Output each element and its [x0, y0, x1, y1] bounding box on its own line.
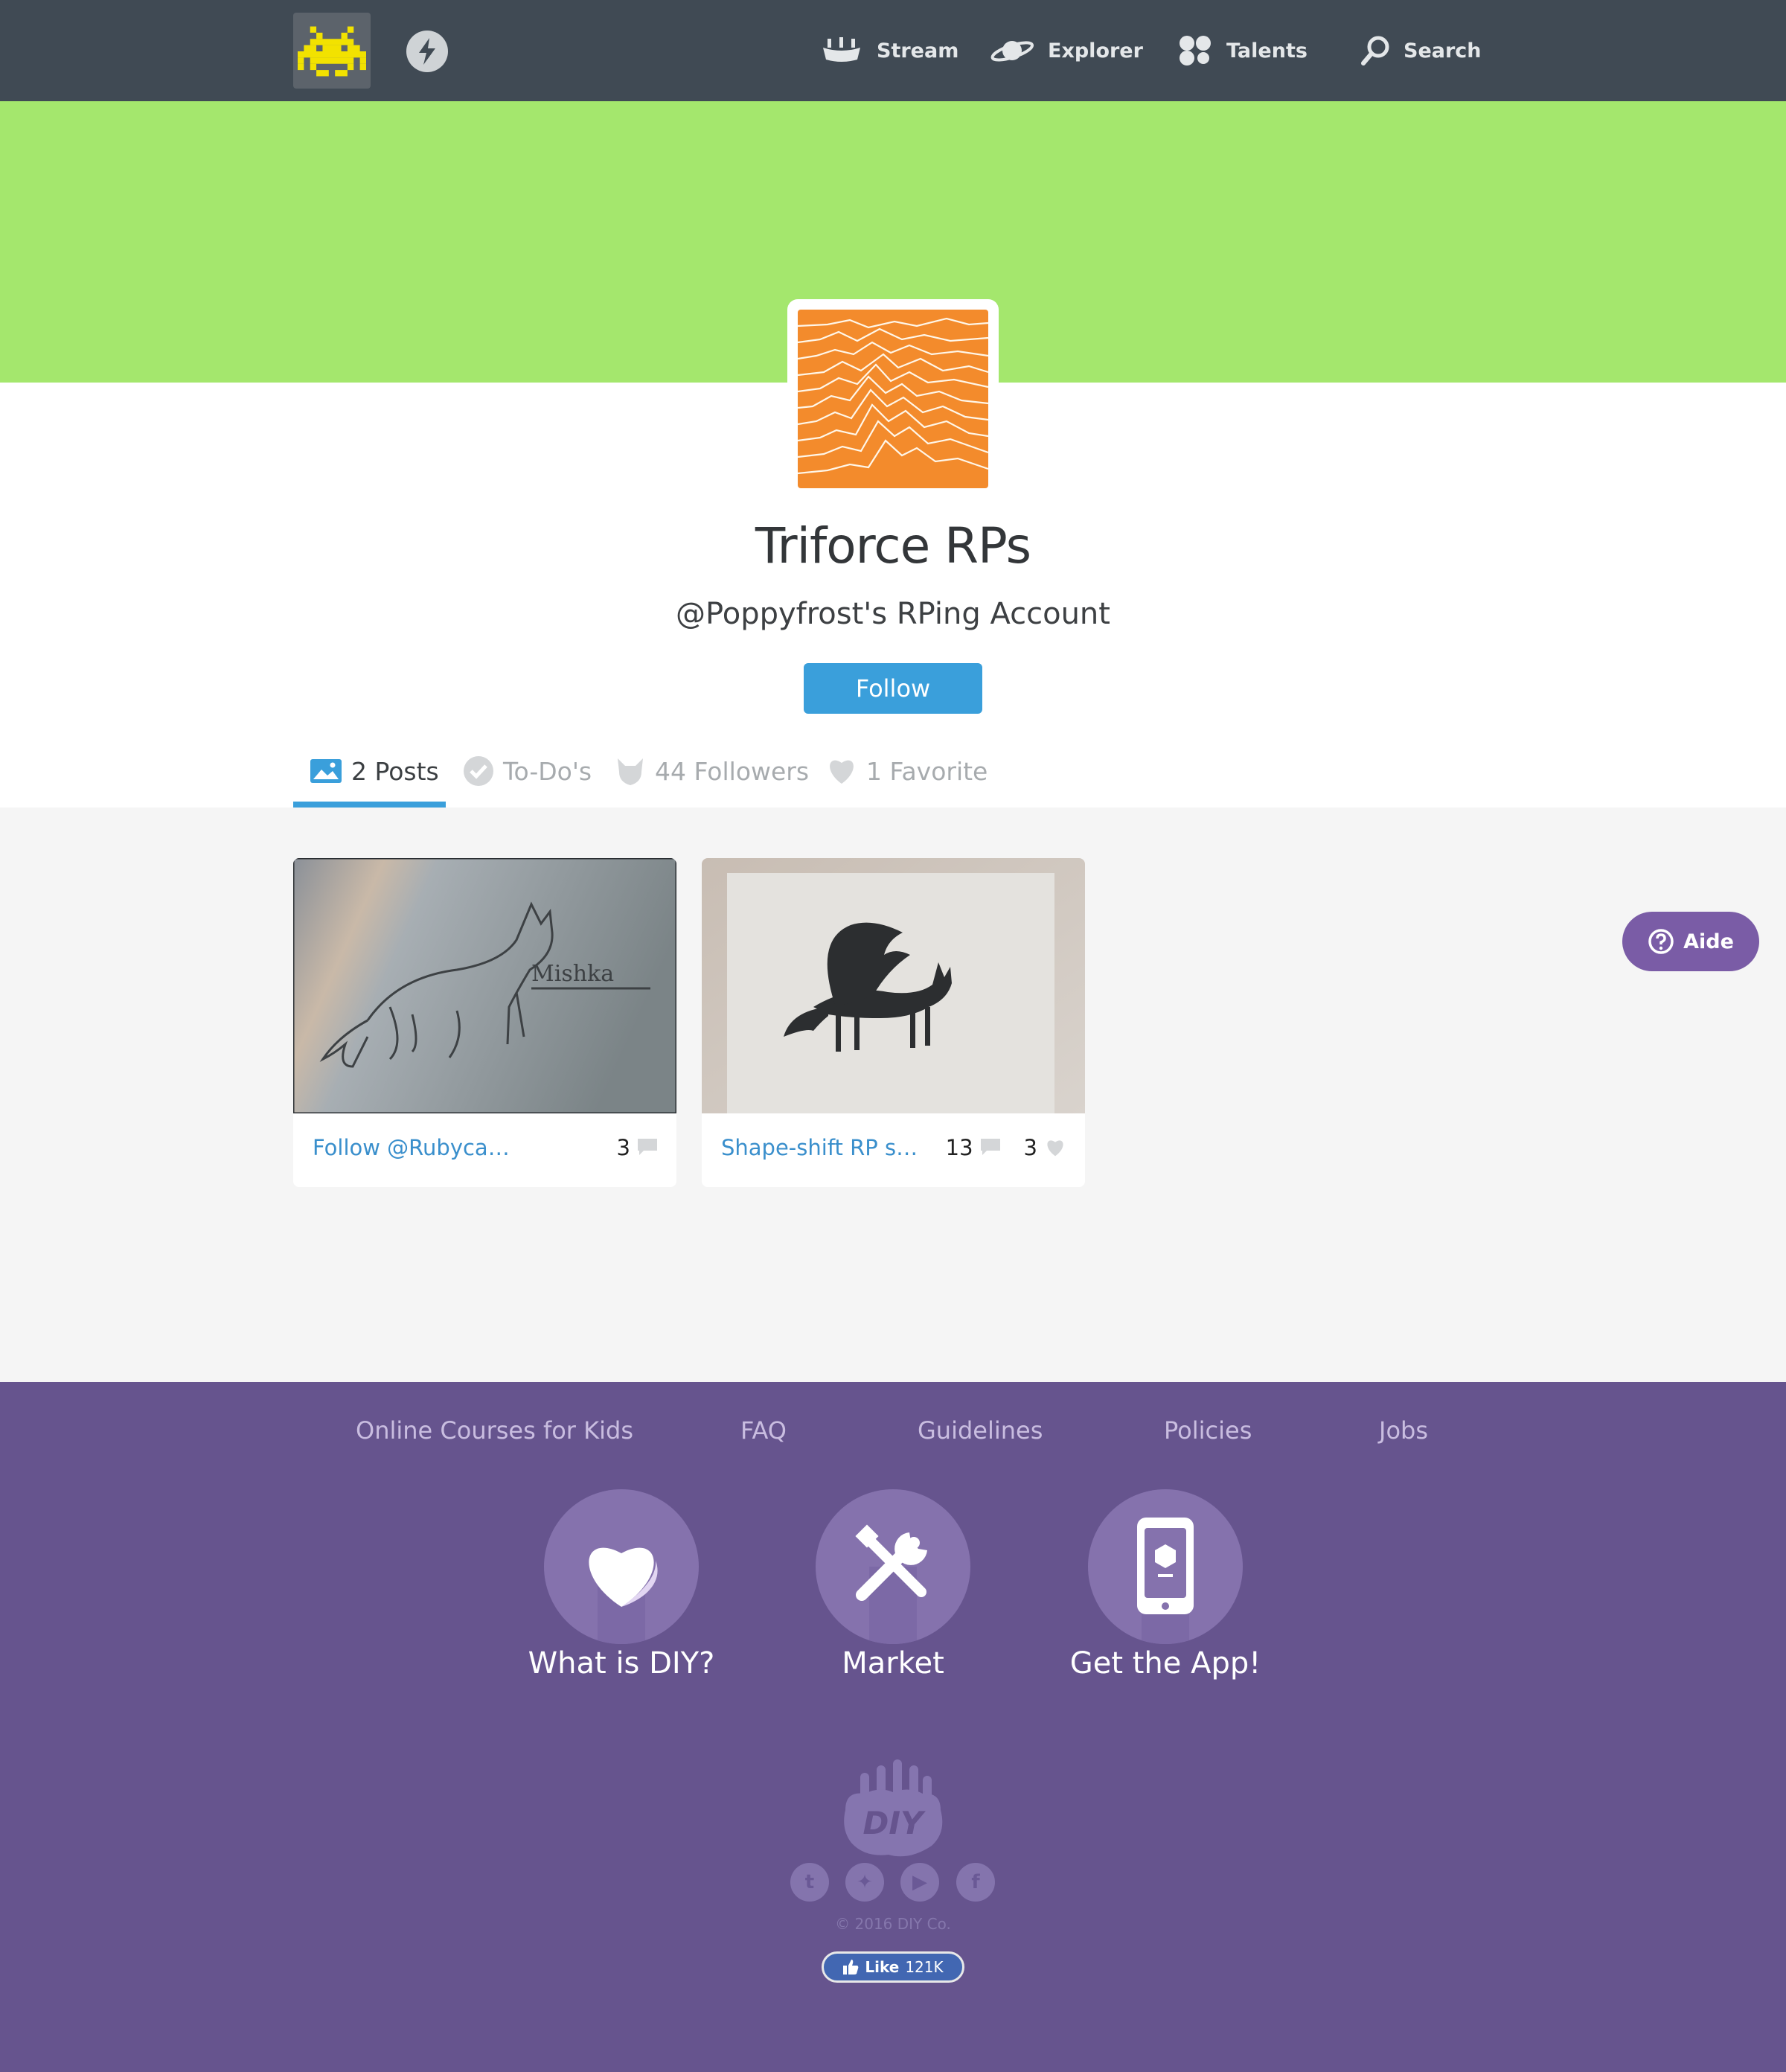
- tools-icon: [855, 1524, 927, 1601]
- heart-icon: [1047, 1140, 1063, 1157]
- post-title[interactable]: Follow @Rubyca…: [313, 1135, 513, 1160]
- comment-count: 3: [616, 1135, 630, 1160]
- comment-icon: [980, 1139, 1000, 1155]
- like-label: Like: [865, 1958, 900, 1976]
- space-invader-icon: [298, 26, 366, 77]
- tab-todos-label: To-Do's: [503, 756, 592, 786]
- diy-logo-text: DIY: [863, 1805, 926, 1841]
- footer-link-jobs[interactable]: Jobs: [1379, 1416, 1428, 1445]
- diy-paw-logo[interactable]: DIY: [835, 1756, 951, 1861]
- nav-talents[interactable]: Talents: [1177, 31, 1308, 70]
- tumblr-icon[interactable]: t: [790, 1863, 829, 1902]
- like-count: 3: [1023, 1135, 1037, 1160]
- heart-icon: [589, 1547, 658, 1607]
- tab-followers[interactable]: 44 Followers: [615, 748, 809, 794]
- tab-favorites-label: 1 Favorite: [866, 756, 988, 786]
- thumbs-up-icon: [843, 1960, 859, 1975]
- comment-icon: [638, 1139, 657, 1155]
- what-is-diy-badge[interactable]: [544, 1489, 699, 1644]
- profile-description: @Poppyfrost's RPing Account: [676, 597, 1110, 631]
- post-title[interactable]: Shape-shift RP s…: [721, 1135, 922, 1160]
- footer-link-online-courses[interactable]: Online Courses for Kids: [356, 1416, 633, 1445]
- phone-icon: [1137, 1518, 1194, 1614]
- top-navigation: Stream Explorer Talents Search: [0, 0, 1786, 101]
- nav-talents-label: Talents: [1226, 39, 1308, 63]
- help-icon: [1648, 929, 1674, 954]
- market-label[interactable]: Market: [781, 1646, 1005, 1681]
- mountain-lines-icon: [798, 317, 988, 475]
- get-the-app-label[interactable]: Get the App!: [1054, 1646, 1277, 1681]
- lightning-icon: [419, 38, 435, 65]
- planet-icon: [990, 41, 1034, 62]
- post-card[interactable]: Mishka Follow @Rubyca… 3: [293, 858, 676, 1187]
- sketch-caption: Mishka: [531, 961, 614, 987]
- activity-button[interactable]: [406, 31, 448, 72]
- post-thumbnail-wolf: Mishka: [293, 858, 676, 1113]
- like-count: 121K: [905, 1958, 944, 1976]
- check-icon: [464, 756, 493, 786]
- tab-favorites[interactable]: 1 Favorite: [826, 748, 988, 794]
- tab-followers-label: 44 Followers: [655, 756, 810, 786]
- profile-name: Triforce RPs: [755, 517, 1031, 575]
- post-card[interactable]: Shape-shift RP s… 13 3: [702, 858, 1085, 1187]
- get-the-app-badge[interactable]: [1088, 1489, 1243, 1644]
- market-badge[interactable]: [816, 1489, 970, 1644]
- footer-link-guidelines[interactable]: Guidelines: [918, 1416, 1043, 1445]
- tab-todos[interactable]: To-Do's: [463, 748, 592, 794]
- youtube-icon[interactable]: ▶: [900, 1863, 939, 1902]
- what-is-diy-label[interactable]: What is DIY?: [510, 1646, 733, 1681]
- footer-link-faq[interactable]: FAQ: [740, 1416, 787, 1445]
- facebook-like-button[interactable]: Like 121K: [822, 1951, 964, 1983]
- comment-count: 13: [945, 1135, 973, 1160]
- nav-explorer[interactable]: Explorer: [990, 31, 1143, 70]
- copyright: © 2016 DIY Co.: [835, 1915, 951, 1933]
- post-stats: 3: [617, 1135, 657, 1160]
- nav-search[interactable]: Search: [1360, 31, 1482, 70]
- followers-icon: [618, 758, 643, 785]
- post-stats: 13 3: [946, 1135, 1066, 1160]
- nav-stream-label: Stream: [877, 39, 959, 63]
- follow-button[interactable]: Follow: [804, 663, 982, 714]
- tab-posts-label: 2 Posts: [351, 756, 439, 786]
- profile-avatar-frame: [787, 299, 999, 493]
- nav-search-label: Search: [1403, 39, 1482, 63]
- footer-link-policies[interactable]: Policies: [1164, 1416, 1252, 1445]
- nav-explorer-label: Explorer: [1048, 39, 1143, 63]
- active-tab-indicator: [293, 802, 446, 808]
- boat-icon: [823, 37, 860, 62]
- image-icon: [310, 759, 342, 783]
- site-logo[interactable]: [293, 13, 371, 89]
- aide-help-button[interactable]: Aide: [1622, 912, 1759, 971]
- facebook-icon[interactable]: f: [956, 1863, 995, 1902]
- post-thumbnail-fox: [702, 858, 1085, 1113]
- aide-label: Aide: [1683, 930, 1734, 953]
- talents-icon: [1180, 36, 1211, 65]
- search-icon: [1361, 36, 1389, 65]
- twitter-icon[interactable]: ✦: [845, 1863, 884, 1902]
- tab-posts[interactable]: 2 Posts: [310, 748, 439, 794]
- heart-icon: [830, 760, 854, 784]
- profile-avatar[interactable]: [798, 310, 988, 488]
- nav-stream[interactable]: Stream: [820, 31, 958, 70]
